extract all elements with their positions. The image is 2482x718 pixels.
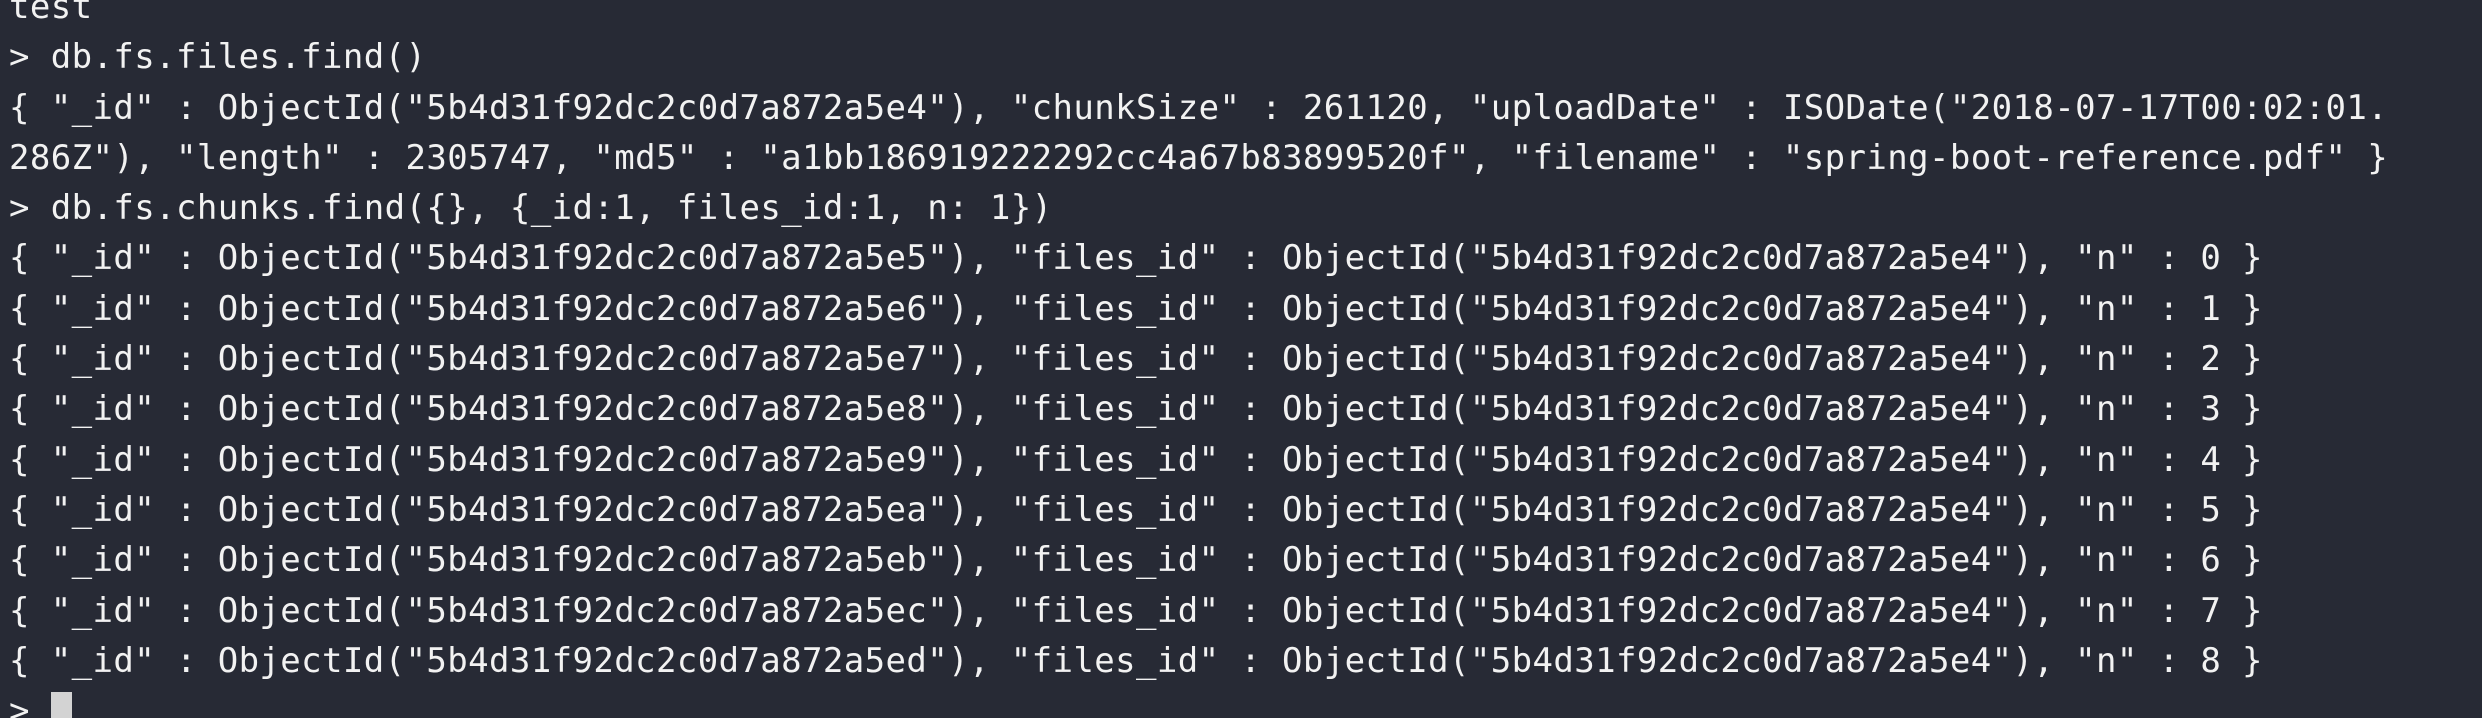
output-line: { "_id" : ObjectId("5b4d31f92dc2c0d7a872…: [9, 233, 2482, 283]
output-line: { "_id" : ObjectId("5b4d31f92dc2c0d7a872…: [9, 384, 2482, 434]
output-line: 286Z"), "length" : 2305747, "md5" : "a1b…: [9, 133, 2482, 183]
output-line: { "_id" : ObjectId("5b4d31f92dc2c0d7a872…: [9, 485, 2482, 535]
line-text: { "_id" : ObjectId("5b4d31f92dc2c0d7a872…: [9, 238, 2263, 279]
command-text: db.fs.files.find(): [50, 37, 427, 78]
output-line: test: [9, 0, 2482, 32]
terminal-window[interactable]: test > db.fs.files.find() { "_id" : Objec…: [0, 0, 2482, 718]
output-line: { "_id" : ObjectId("5b4d31f92dc2c0d7a872…: [9, 636, 2482, 686]
line-text: { "_id" : ObjectId("5b4d31f92dc2c0d7a872…: [9, 288, 2263, 329]
prompt-symbol: >: [9, 188, 30, 229]
input-line[interactable]: >: [9, 686, 2482, 718]
line-text: { "_id" : ObjectId("5b4d31f92dc2c0d7a872…: [9, 439, 2263, 480]
line-text: { "_id" : ObjectId("5b4d31f92dc2c0d7a872…: [9, 489, 2263, 530]
output-line: { "_id" : ObjectId("5b4d31f92dc2c0d7a872…: [9, 334, 2482, 384]
output-line: { "_id" : ObjectId("5b4d31f92dc2c0d7a872…: [9, 284, 2482, 334]
line-text: { "_id" : ObjectId("5b4d31f92dc2c0d7a872…: [9, 389, 2263, 430]
output-line: { "_id" : ObjectId("5b4d31f92dc2c0d7a872…: [9, 535, 2482, 585]
text-cursor: [50, 691, 72, 718]
command-line: > db.fs.files.find(): [9, 32, 2482, 82]
output-line: { "_id" : ObjectId("5b4d31f92dc2c0d7a872…: [9, 586, 2482, 636]
output-line: { "_id" : ObjectId("5b4d31f92dc2c0d7a872…: [9, 435, 2482, 485]
line-text: { "_id" : ObjectId("5b4d31f92dc2c0d7a872…: [9, 87, 2389, 128]
prompt-symbol: >: [9, 691, 30, 718]
line-text: test: [9, 0, 93, 27]
line-text: { "_id" : ObjectId("5b4d31f92dc2c0d7a872…: [9, 590, 2263, 631]
line-text: 286Z"), "length" : 2305747, "md5" : "a1b…: [9, 137, 2389, 178]
command-line: > db.fs.chunks.find({}, {_id:1, files_id:…: [9, 183, 2482, 233]
line-text: { "_id" : ObjectId("5b4d31f92dc2c0d7a872…: [9, 540, 2263, 581]
output-line: { "_id" : ObjectId("5b4d31f92dc2c0d7a872…: [9, 83, 2482, 133]
line-text: { "_id" : ObjectId("5b4d31f92dc2c0d7a872…: [9, 640, 2263, 681]
command-text: db.fs.chunks.find({}, {_id:1, files_id:1…: [50, 188, 1053, 229]
prompt-symbol: >: [9, 37, 30, 78]
line-text: { "_id" : ObjectId("5b4d31f92dc2c0d7a872…: [9, 339, 2263, 380]
terminal-output: test > db.fs.files.find() { "_id" : Objec…: [9, 0, 2482, 718]
